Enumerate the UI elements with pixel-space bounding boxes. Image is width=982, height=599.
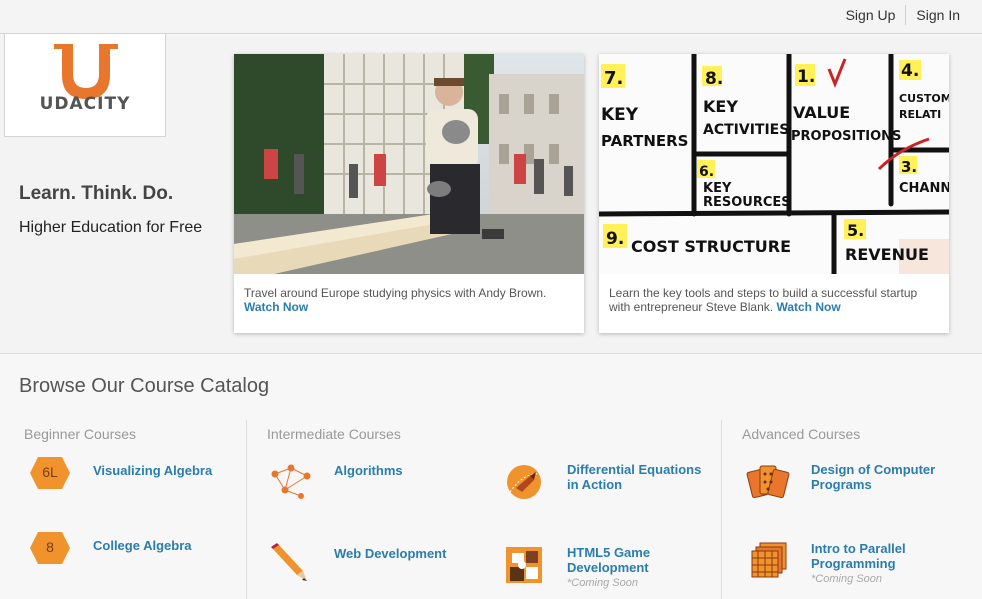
board-chann: CHANN [899, 181, 949, 196]
physics-video-thumbnail[interactable] [234, 54, 584, 274]
course-title[interactable]: College Algebra [93, 530, 191, 553]
course-design-of-computer-programs[interactable]: Design of Computer Programs [746, 462, 951, 502]
board-key-partners-1: KEY [601, 105, 639, 125]
top-bar: Sign Up Sign In [0, 0, 982, 34]
board-num-6: 6. [699, 164, 714, 180]
course-html5-game-development[interactable]: HTML5 Game Development *Coming Soon [502, 545, 677, 591]
course-title[interactable]: Design of Computer Programs [811, 462, 951, 492]
business-model-canvas-illustration: 7. KEY PARTNERS 8. KEY ACTIVITIES 1. VAL… [599, 54, 949, 274]
course-title[interactable]: Web Development [334, 543, 446, 561]
board-num-7: 7. [604, 68, 623, 89]
stacked-grids-icon [746, 541, 790, 581]
course-web-development[interactable]: Web Development [269, 543, 446, 583]
board-value-2: PROPOSITIONS [791, 129, 901, 144]
logo-wordmark: UDACITY [39, 94, 131, 114]
signup-link[interactable]: Sign Up [846, 7, 896, 23]
pencil-icon [269, 543, 313, 583]
physics-watch-now-link[interactable]: Watch Now [244, 300, 308, 314]
course-title[interactable]: HTML5 Game Development *Coming Soon [567, 545, 677, 591]
course-title-text[interactable]: HTML5 Game Development [567, 545, 650, 575]
featured-card-startup[interactable]: 7. KEY PARTNERS 8. KEY ACTIVITIES 1. VAL… [599, 54, 949, 333]
pisa-photo-illustration [234, 54, 584, 274]
hexagon-badge-icon: 8 [28, 530, 72, 570]
course-title[interactable]: Algorithms [334, 460, 403, 478]
featured-card-physics[interactable]: Travel around Europe studying physics wi… [234, 54, 584, 333]
board-num-5: 5. [847, 221, 864, 240]
physics-caption: Travel around Europe studying physics wi… [234, 274, 584, 314]
course-differential-equations[interactable]: Differential Equations in Action [502, 462, 707, 502]
startup-caption-text: Learn the key tools and steps to build a… [609, 286, 918, 314]
board-num-4: 4. [901, 61, 919, 81]
board-num-1: 1. [797, 67, 815, 87]
course-title-text[interactable]: Intro to Parallel Programming [811, 541, 906, 571]
course-title[interactable]: Differential Equations in Action [567, 462, 707, 492]
hexagon-badge-icon: 6L [28, 455, 72, 495]
board-key-act-2: ACTIVITIES [703, 122, 789, 138]
udacity-logo[interactable]: UDACITY [4, 34, 166, 137]
top-nav: Sign Up Sign In [846, 5, 960, 25]
playing-cards-icon [746, 462, 790, 502]
game-character-icon [502, 545, 546, 585]
board-custom-2: RELATI [899, 108, 941, 121]
board-key-act-1: KEY [703, 97, 738, 116]
board-key-partners-2: PARTNERS [601, 132, 689, 150]
course-college-algebra[interactable]: 8 College Algebra [28, 530, 191, 570]
startup-caption: Learn the key tools and steps to build a… [599, 274, 949, 314]
board-value-1: VALUE [793, 103, 850, 122]
course-algorithms[interactable]: Algorithms [269, 460, 403, 500]
course-intro-to-parallel-programming[interactable]: Intro to Parallel Programming *Coming So… [746, 541, 931, 587]
intermediate-courses-heading: Intermediate Courses [267, 426, 401, 442]
board-revenue: REVENUE [845, 245, 929, 264]
coming-soon-note: *Coming Soon [567, 577, 638, 589]
rocket-icon [502, 462, 546, 502]
graph-network-icon [269, 460, 313, 500]
board-num-3: 3. [901, 158, 917, 176]
signin-link[interactable]: Sign In [916, 7, 960, 23]
badge-label: 8 [46, 539, 54, 555]
board-cost: COST STRUCTURE [631, 237, 791, 256]
board-res-2: RESOURCES [703, 195, 791, 210]
column-divider-2 [721, 420, 722, 599]
catalog-title: Browse Our Course Catalog [19, 375, 270, 397]
course-title[interactable]: Intro to Parallel Programming *Coming So… [811, 541, 931, 587]
advanced-courses-heading: Advanced Courses [742, 426, 861, 442]
board-num-9: 9. [606, 229, 624, 249]
nav-separator [905, 5, 907, 25]
coming-soon-note: *Coming Soon [811, 573, 882, 585]
course-title[interactable]: Visualizing Algebra [93, 455, 212, 478]
beginner-courses-heading: Beginner Courses [24, 426, 137, 442]
column-divider-1 [246, 420, 247, 599]
board-num-8: 8. [705, 69, 723, 89]
badge-label: 6L [42, 464, 58, 480]
hero-subtagline: Higher Education for Free [19, 219, 203, 236]
startup-video-thumbnail[interactable]: 7. KEY PARTNERS 8. KEY ACTIVITIES 1. VAL… [599, 54, 949, 274]
hero-tagline: Learn. Think. Do. [19, 183, 174, 204]
startup-watch-now-link[interactable]: Watch Now [776, 300, 840, 314]
udacity-u-icon [54, 44, 118, 99]
physics-caption-text: Travel around Europe studying physics wi… [244, 286, 547, 300]
course-visualizing-algebra[interactable]: 6L Visualizing Algebra [28, 455, 212, 495]
board-custom-1: CUSTOM [899, 92, 949, 105]
board-res-1: KEY [703, 181, 732, 196]
